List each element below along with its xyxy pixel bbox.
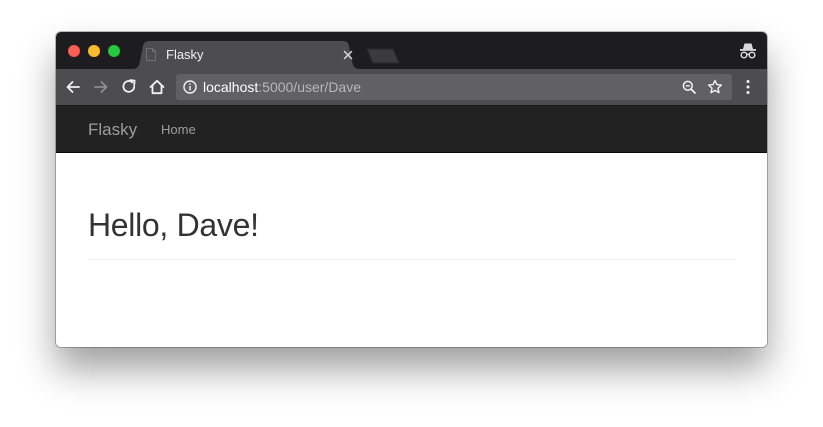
document-icon bbox=[146, 48, 156, 61]
window-close-button[interactable] bbox=[68, 45, 80, 57]
new-tab-button[interactable] bbox=[366, 48, 402, 64]
forward-arrow-icon[interactable] bbox=[92, 78, 110, 96]
kebab-menu-icon[interactable] bbox=[742, 78, 754, 96]
url-host: localhost bbox=[203, 79, 259, 95]
back-arrow-icon[interactable] bbox=[64, 78, 82, 96]
browser-toolbar: localhost:5000/user/Dave bbox=[56, 69, 767, 106]
tab-flasky[interactable]: Flasky bbox=[132, 41, 360, 69]
window-maximize-button[interactable] bbox=[108, 45, 120, 57]
reload-icon[interactable] bbox=[120, 78, 138, 96]
window-minimize-button[interactable] bbox=[88, 45, 100, 57]
tab-strip: Flasky bbox=[56, 32, 767, 69]
navbar: Flasky Home bbox=[56, 106, 767, 153]
nav-link-home[interactable]: Home bbox=[161, 122, 196, 138]
info-icon[interactable] bbox=[183, 80, 197, 94]
page-header: Hello, Dave! bbox=[88, 192, 736, 260]
navbar-brand[interactable]: Flasky bbox=[88, 120, 137, 140]
browser-window: Flasky localhost:5000/user/Dave Flasky H… bbox=[56, 32, 767, 347]
web-page: Flasky Home Hello, Dave! bbox=[56, 106, 767, 347]
zoom-icon[interactable] bbox=[682, 80, 696, 94]
url-text[interactable]: localhost:5000/user/Dave bbox=[203, 79, 361, 95]
home-icon[interactable] bbox=[148, 78, 166, 96]
close-icon[interactable] bbox=[341, 48, 355, 62]
incognito-icon bbox=[740, 43, 756, 59]
tab-title: Flasky bbox=[166, 47, 204, 62]
page-title: Hello, Dave! bbox=[88, 207, 259, 243]
address-bar[interactable]: localhost:5000/user/Dave bbox=[176, 74, 732, 100]
star-icon[interactable] bbox=[707, 79, 723, 95]
url-path: :5000/user/Dave bbox=[258, 79, 361, 95]
